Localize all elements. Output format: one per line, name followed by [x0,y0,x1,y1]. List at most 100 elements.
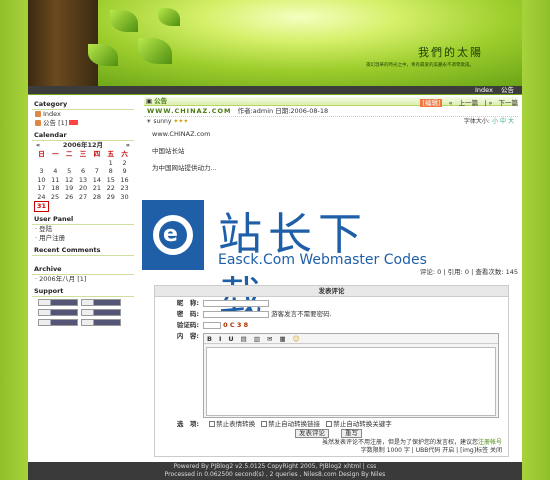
italic-button[interactable]: I [219,335,221,343]
calendar-day[interactable]: 27 [76,193,90,202]
nav-index-link[interactable]: Index [475,86,493,94]
calendar-day[interactable]: 28 [90,193,104,202]
password-hint: 游客发言不需要密码. [271,310,332,318]
calendar-day[interactable]: 22 [104,184,118,193]
disable-smiley-checkbox[interactable] [209,421,216,427]
content: ▣ 公告 [编辑] « 上一篇 | » 下一篇 WWW.CHINAZ.COM 作者… [142,97,518,460]
next-post-link[interactable]: | » 下一篇 [484,99,518,107]
next-month-button[interactable]: » [126,141,130,150]
verify-input[interactable] [203,321,221,329]
password-input[interactable] [203,310,269,318]
archive-heading: Archive [32,265,134,275]
nickname-row: 昵 称: [169,299,269,307]
disable-keyword-checkbox[interactable] [326,421,333,427]
calendar-day[interactable]: 7 [90,167,104,176]
edit-button[interactable]: [编辑] [420,99,443,107]
archive-item[interactable]: · 2006年八月 [1] [32,275,134,284]
calendar-day[interactable]: 18 [48,184,62,193]
calendar-day[interactable]: 21 [90,184,104,193]
prev-post-link[interactable]: « 上一篇 [449,99,479,107]
calendar-day[interactable]: 10 [35,176,49,185]
calendar-day[interactable]: 29 [104,193,118,202]
calendar-day[interactable]: 12 [62,176,76,185]
calendar-day[interactable]: 8 [104,167,118,176]
quote-icon[interactable]: ▦ [279,335,285,343]
post-stats: 评论: 0 | 引用: 0 | 查看次数: 145 [419,268,518,276]
calendar-day[interactable]: 11 [48,176,62,185]
rss-icon[interactable] [69,120,79,125]
category-heading: Category [32,100,134,110]
calendar-day[interactable]: 19 [62,184,76,193]
link-icon[interactable]: ▥ [254,335,260,343]
register-account-link[interactable]: 注册帐号 [478,439,502,446]
w3c-badge[interactable] [38,298,78,306]
calendar-day[interactable]: 14 [90,176,104,185]
calendar-day[interactable]: 26 [62,193,76,202]
comment-textarea[interactable] [206,347,496,416]
calendar-day[interactable]: 13 [76,176,90,185]
calendar-day[interactable]: 6 [76,167,90,176]
post-header: ▣ 公告 [编辑] « 上一篇 | » 下一篇 [144,97,518,107]
category-item-notice[interactable]: 公告 [1] [32,119,134,128]
css-badge[interactable] [81,298,121,306]
font-large-button[interactable]: 大 [508,118,514,125]
cc-badge[interactable] [81,318,121,326]
smiley-icon[interactable]: ☺ [293,335,300,343]
calendar-day[interactable]: 31 [34,201,49,212]
atom-badge[interactable] [81,308,121,316]
login-link[interactable]: · 登陆 [32,225,134,234]
content-label: 内 容: [176,332,199,340]
options-row: 选 项: 禁止表情转换 禁止自动转换链接 禁止自动转换关键字 [169,420,392,428]
calendar-day[interactable]: 5 [62,167,76,176]
tree-trunk-image [28,0,98,86]
footer: Powered By PJBlog2 v2.5.0125 CopyRight 2… [28,462,522,480]
category-item-index[interactable]: Index [32,110,134,119]
register-link[interactable]: · 用户注册 [32,234,134,243]
calendar-day[interactable]: 4 [48,167,62,176]
reset-button[interactable]: 重写 [341,429,362,438]
calendar-day[interactable]: 3 [35,167,49,176]
prev-month-button[interactable]: « [36,141,40,150]
mail-icon[interactable]: ✉ [267,335,272,343]
underline-button[interactable]: U [228,335,233,343]
leaf-decoration [158,8,180,26]
calendar-day [62,159,76,168]
verify-code-image[interactable]: 0 C 3 8 [223,321,248,329]
disable-autolink-checkbox[interactable] [261,421,268,427]
post-paragraph: www.CHINAZ.com [152,130,211,138]
calendar-day[interactable]: 15 [104,176,118,185]
calendar-day[interactable]: 2 [118,159,132,168]
calendar-day[interactable]: 9 [118,167,132,176]
post-rating-row: ☀ sunny ✦✦✦ 字体大小: 小中大 [144,117,518,126]
limits-note: 字数限制 1000 字 | UBB代码 开启 | [img]标签 关闭 [360,447,502,454]
calendar-day [35,159,49,168]
submit-comment-button[interactable]: 发表评论 [295,429,329,438]
pjblog-badge[interactable] [38,318,78,326]
editor-toolbar: B I U ▤ ▥ ✉ ▦ ☺ [204,334,498,344]
folder-icon [35,120,41,126]
nav-notice-link[interactable]: 公告 [501,86,514,94]
user-panel-heading: User Panel [32,215,134,225]
archive-label: 2006年八月 [1] [39,274,87,283]
calendar-day[interactable]: 25 [48,193,62,202]
calendar-day[interactable]: 17 [35,184,49,193]
calendar-day[interactable]: 16 [118,176,132,185]
font-small-button[interactable]: 小 [492,118,498,125]
nickname-input[interactable] [203,299,269,307]
calendar-day[interactable]: 30 [118,193,132,202]
calendar-day[interactable]: 20 [76,184,90,193]
calendar-day[interactable]: 1 [104,159,118,168]
bold-button[interactable]: B [207,335,212,343]
calendar-day [90,159,104,168]
verify-label: 验证码: [176,321,199,329]
options-label: 选 项: [176,420,199,428]
font-medium-button[interactable]: 中 [500,118,506,125]
calendar-day [118,202,132,212]
post-category[interactable]: 公告 [154,97,167,105]
calendar-day[interactable]: 23 [118,184,132,193]
password-label: 密 码: [176,310,199,318]
rss-badge[interactable] [38,308,78,316]
calendar-day[interactable]: 24 [35,193,49,202]
weekday-label: 五 [107,150,114,158]
image-icon[interactable]: ▤ [241,335,247,343]
